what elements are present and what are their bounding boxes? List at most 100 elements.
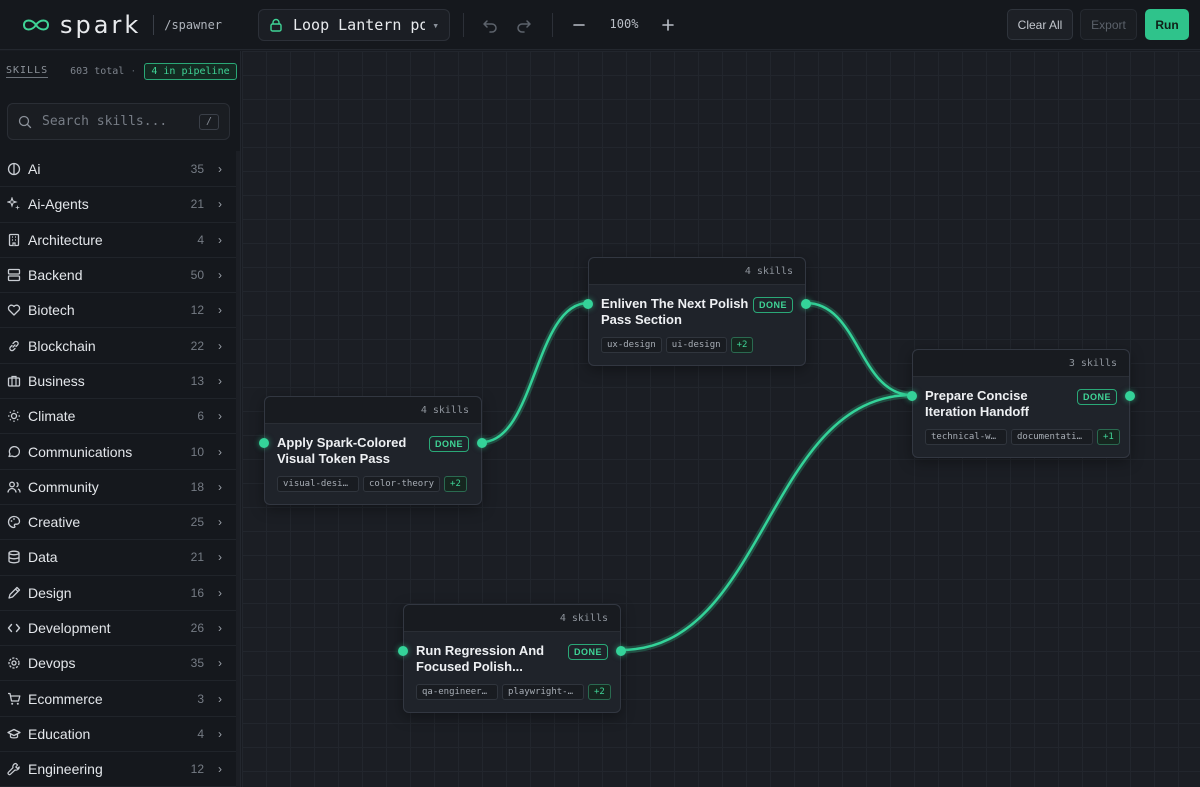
clear-all-button[interactable]: Clear All (1007, 9, 1073, 40)
pipeline-node[interactable]: 4 skills Apply Spark-Colored Visual Token… (259, 396, 487, 505)
chat-icon (7, 445, 21, 459)
run-button[interactable]: Run (1145, 9, 1189, 40)
chevron-right-icon: › (218, 762, 222, 777)
status-badge: DONE (567, 644, 608, 660)
sidebar-item-community[interactable]: Community 18 › (0, 470, 236, 505)
sidebar-item-blockchain[interactable]: Blockchain 22 › (0, 328, 236, 364)
pipeline-node[interactable]: 4 skills Run Regression And Focused Polis… (398, 604, 626, 713)
sidebar-item-ai[interactable]: Ai 35 › (0, 152, 236, 188)
skill-tag: playwright-te... (502, 684, 584, 700)
sidebar-item-ecommerce[interactable]: Ecommerce 3 › (0, 681, 236, 717)
chevron-right-icon: › (218, 585, 222, 600)
sidebar-item-architecture[interactable]: Architecture 4 › (0, 223, 236, 258)
zoom-out-icon[interactable] (567, 13, 591, 37)
node-title: Run Regression And Focused Polish... (416, 643, 545, 674)
chevron-right-icon: › (218, 197, 222, 212)
sidebar-item-data[interactable]: Data 21 › (0, 540, 236, 576)
skill-tag: ux-design (601, 337, 662, 353)
search-placeholder: Search skills... (42, 114, 168, 129)
output-port[interactable] (1125, 391, 1135, 401)
category-label: Community (28, 478, 99, 495)
zoom-in-icon[interactable] (656, 13, 680, 37)
node-title: Apply Spark-Colored Visual Token Pass (277, 435, 407, 466)
category-count: 50 (190, 268, 204, 283)
project-name: Loop Lantern po... (293, 16, 425, 34)
input-port[interactable] (583, 299, 593, 309)
chevron-right-icon: › (218, 373, 222, 388)
chevron-right-icon: › (218, 338, 222, 353)
palette-icon (7, 515, 21, 529)
category-label: Ecommerce (28, 690, 103, 707)
input-port[interactable] (907, 391, 917, 401)
sidebar-item-devops[interactable]: Devops 35 › (0, 646, 236, 682)
brand: spark /spawner (18, 11, 222, 39)
sidebar-item-development[interactable]: Development 26 › (0, 611, 236, 647)
sidebar-item-communications[interactable]: Communications 10 › (0, 434, 236, 470)
category-count: 26 (190, 621, 204, 635)
search-icon (18, 115, 32, 128)
chevron-right-icon: › (218, 515, 222, 530)
output-port[interactable] (477, 438, 487, 448)
briefcase-icon (7, 374, 21, 388)
category-count: 4 (197, 232, 204, 247)
redo-icon[interactable] (512, 13, 536, 37)
category-label: Climate (28, 408, 76, 425)
pipeline-node[interactable]: 3 skills Prepare Concise Iteration Handof… (907, 349, 1135, 458)
project-selector[interactable]: Loop Lantern po... ▾ (258, 9, 450, 41)
chevron-right-icon: › (218, 232, 222, 247)
output-port[interactable] (616, 646, 626, 656)
input-port[interactable] (259, 438, 269, 448)
sidebar-scrollbar[interactable] (236, 151, 240, 787)
sun-icon (7, 409, 21, 423)
sidebar-item-ai-agents[interactable]: Ai-Agents 21 › (0, 187, 236, 223)
skill-tag: documentation... (1011, 429, 1093, 445)
node-title: Prepare Concise Iteration Handoff (925, 388, 1029, 419)
node-skill-count: 4 skills (744, 266, 793, 277)
wrench-icon (7, 762, 21, 776)
export-button[interactable]: Export (1080, 9, 1137, 40)
chevron-right-icon: › (218, 726, 222, 741)
sidebar-item-backend[interactable]: Backend 50 › (0, 258, 236, 294)
chevron-right-icon: › (218, 479, 222, 494)
input-port[interactable] (398, 646, 408, 656)
sidebar-item-creative[interactable]: Creative 25 › (0, 505, 236, 541)
skills-total: 603 total (70, 65, 125, 77)
brand-name: spark (60, 11, 142, 39)
sidebar-item-education[interactable]: Education 4 › (0, 717, 236, 753)
status-badge: DONE (428, 436, 469, 452)
category-count: 4 (197, 726, 204, 741)
node-skill-count: 3 skills (1068, 358, 1117, 369)
output-port[interactable] (801, 299, 811, 309)
category-count: 21 (190, 550, 204, 565)
chevron-right-icon: › (218, 409, 222, 424)
sidebar-item-engineering[interactable]: Engineering 12 › (0, 752, 236, 787)
pen-icon (7, 586, 21, 600)
skill-tag: color-theory (363, 476, 441, 492)
undo-icon[interactable] (478, 13, 502, 37)
sidebar-item-biotech[interactable]: Biotech 12 › (0, 293, 236, 329)
chevron-right-icon: › (218, 656, 222, 671)
skill-tag: qa-engineeri... (416, 684, 498, 700)
category-label: Biotech (28, 302, 75, 319)
category-label: Backend (28, 267, 83, 284)
sidebar-item-design[interactable]: Design 16 › (0, 576, 236, 611)
sidebar-item-climate[interactable]: Climate 6 › (0, 399, 236, 435)
node-skill-count: 4 skills (420, 405, 469, 416)
toolbar-divider (552, 13, 553, 37)
heart-icon (7, 303, 21, 317)
pipeline-node[interactable]: 4 skills Enliven The Next Polish Pass Sec… (583, 257, 811, 366)
lock-icon (270, 18, 282, 32)
sidebar-item-business[interactable]: Business 13 › (0, 364, 236, 400)
top-bar: spark /spawner Loop Lantern po... ▾ 100%… (0, 0, 1200, 50)
search-input[interactable]: Search skills... / (7, 103, 230, 140)
skill-tag: visual-design (277, 476, 359, 492)
category-label: Blockchain (28, 337, 96, 354)
category-label: Development (28, 620, 111, 636)
status-badge: DONE (752, 297, 793, 313)
chevron-right-icon: › (218, 621, 222, 635)
category-label: Ai (28, 161, 41, 178)
category-label: Devops (28, 655, 76, 672)
skills-sidebar: SKILLS 603 total · 4 in pipeline Search … (0, 51, 241, 787)
node-header: 4 skills (589, 258, 805, 285)
pipeline-canvas[interactable]: 4 skills Apply Spark-Colored Visual Token… (242, 51, 1200, 787)
